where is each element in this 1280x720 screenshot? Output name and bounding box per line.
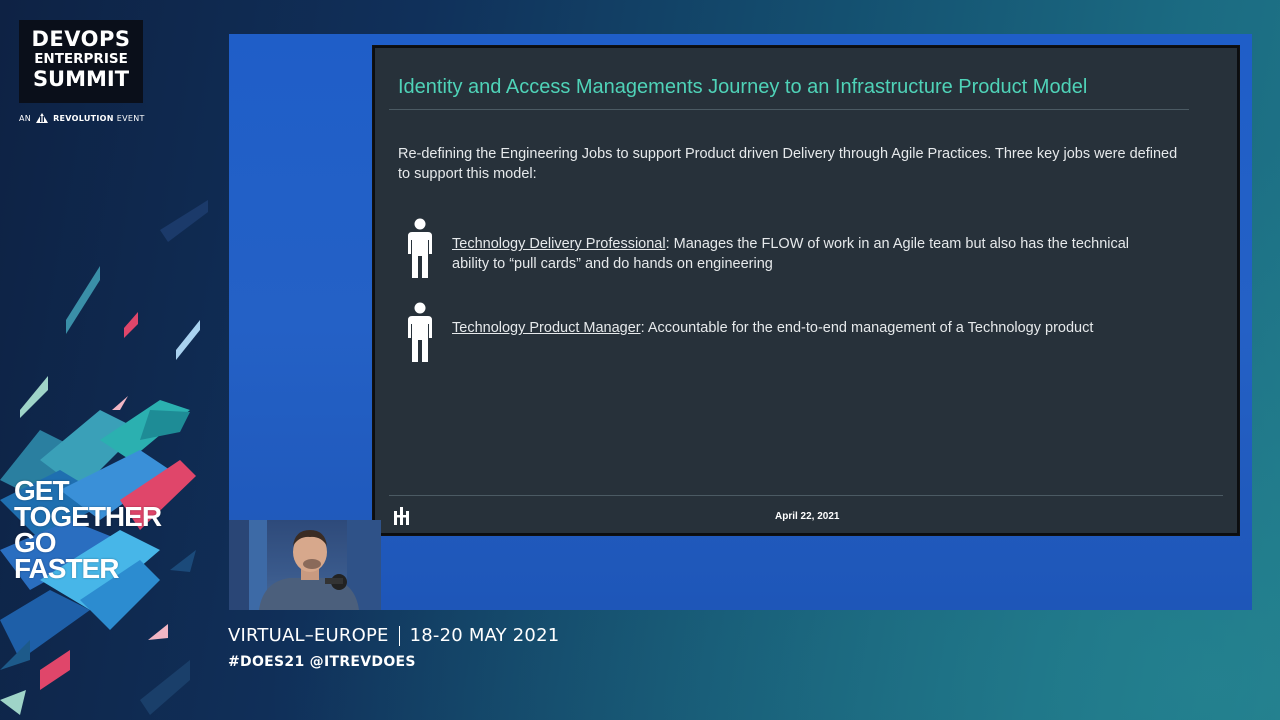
person-icon bbox=[408, 302, 432, 362]
credit-prefix: AN bbox=[19, 113, 32, 123]
logo-text-devops: DEVOPS bbox=[31, 27, 131, 51]
event-info: VIRTUAL–EUROPE 18-20 MAY 2021 bbox=[228, 625, 559, 646]
role-description: Technology Product Manager: Accountable … bbox=[452, 318, 1152, 338]
logo-text-enterprise: ENTERPRISE bbox=[34, 51, 128, 67]
devops-summit-logo: DEVOPS ENTERPRISE SUMMIT bbox=[19, 20, 143, 103]
tagline: GET TOGETHER GO FASTER bbox=[14, 477, 162, 584]
role-name: Technology Product Manager bbox=[452, 320, 641, 336]
speaker-video-icon bbox=[229, 520, 381, 610]
event-hashtags: #DOES21 @ITREVDOES bbox=[228, 654, 416, 670]
role-description: Technology Delivery Professional: Manage… bbox=[452, 234, 1152, 274]
credit-suffix: EVENT bbox=[116, 113, 145, 123]
confetti-decoration bbox=[0, 200, 208, 715]
tagline-line-4: FASTER bbox=[14, 553, 119, 584]
event-separator bbox=[398, 625, 400, 646]
role-detail: : Accountable for the end-to-end managem… bbox=[640, 320, 1094, 336]
presentation-slide: Identity and Access Managements Journey … bbox=[373, 46, 1239, 535]
event-dates: 18-20 MAY 2021 bbox=[409, 625, 560, 646]
slide-intro: Re-defining the Engineering Jobs to supp… bbox=[398, 146, 1178, 182]
footer-divider bbox=[389, 495, 1223, 496]
speaker-webcam bbox=[229, 520, 381, 610]
logo-text-summit: SUMMIT bbox=[32, 66, 130, 91]
slide-title: Identity and Access Managements Journey … bbox=[398, 76, 1088, 98]
role-item: Technology Product Manager: Accountable … bbox=[404, 302, 1164, 364]
it-revolution-credit: AN REVOLUTION EVENT bbox=[19, 110, 145, 126]
person-icon bbox=[408, 218, 432, 278]
credit-brand: REVOLUTION bbox=[53, 113, 114, 123]
event-location: VIRTUAL–EUROPE bbox=[228, 625, 389, 646]
company-logo-icon bbox=[394, 507, 409, 525]
it-revolution-icon bbox=[36, 113, 49, 123]
title-divider bbox=[389, 109, 1189, 110]
role-item: Technology Delivery Professional: Manage… bbox=[404, 218, 1164, 280]
role-name: Technology Delivery Professional bbox=[452, 236, 666, 252]
slide-date: April 22, 2021 bbox=[775, 511, 840, 522]
